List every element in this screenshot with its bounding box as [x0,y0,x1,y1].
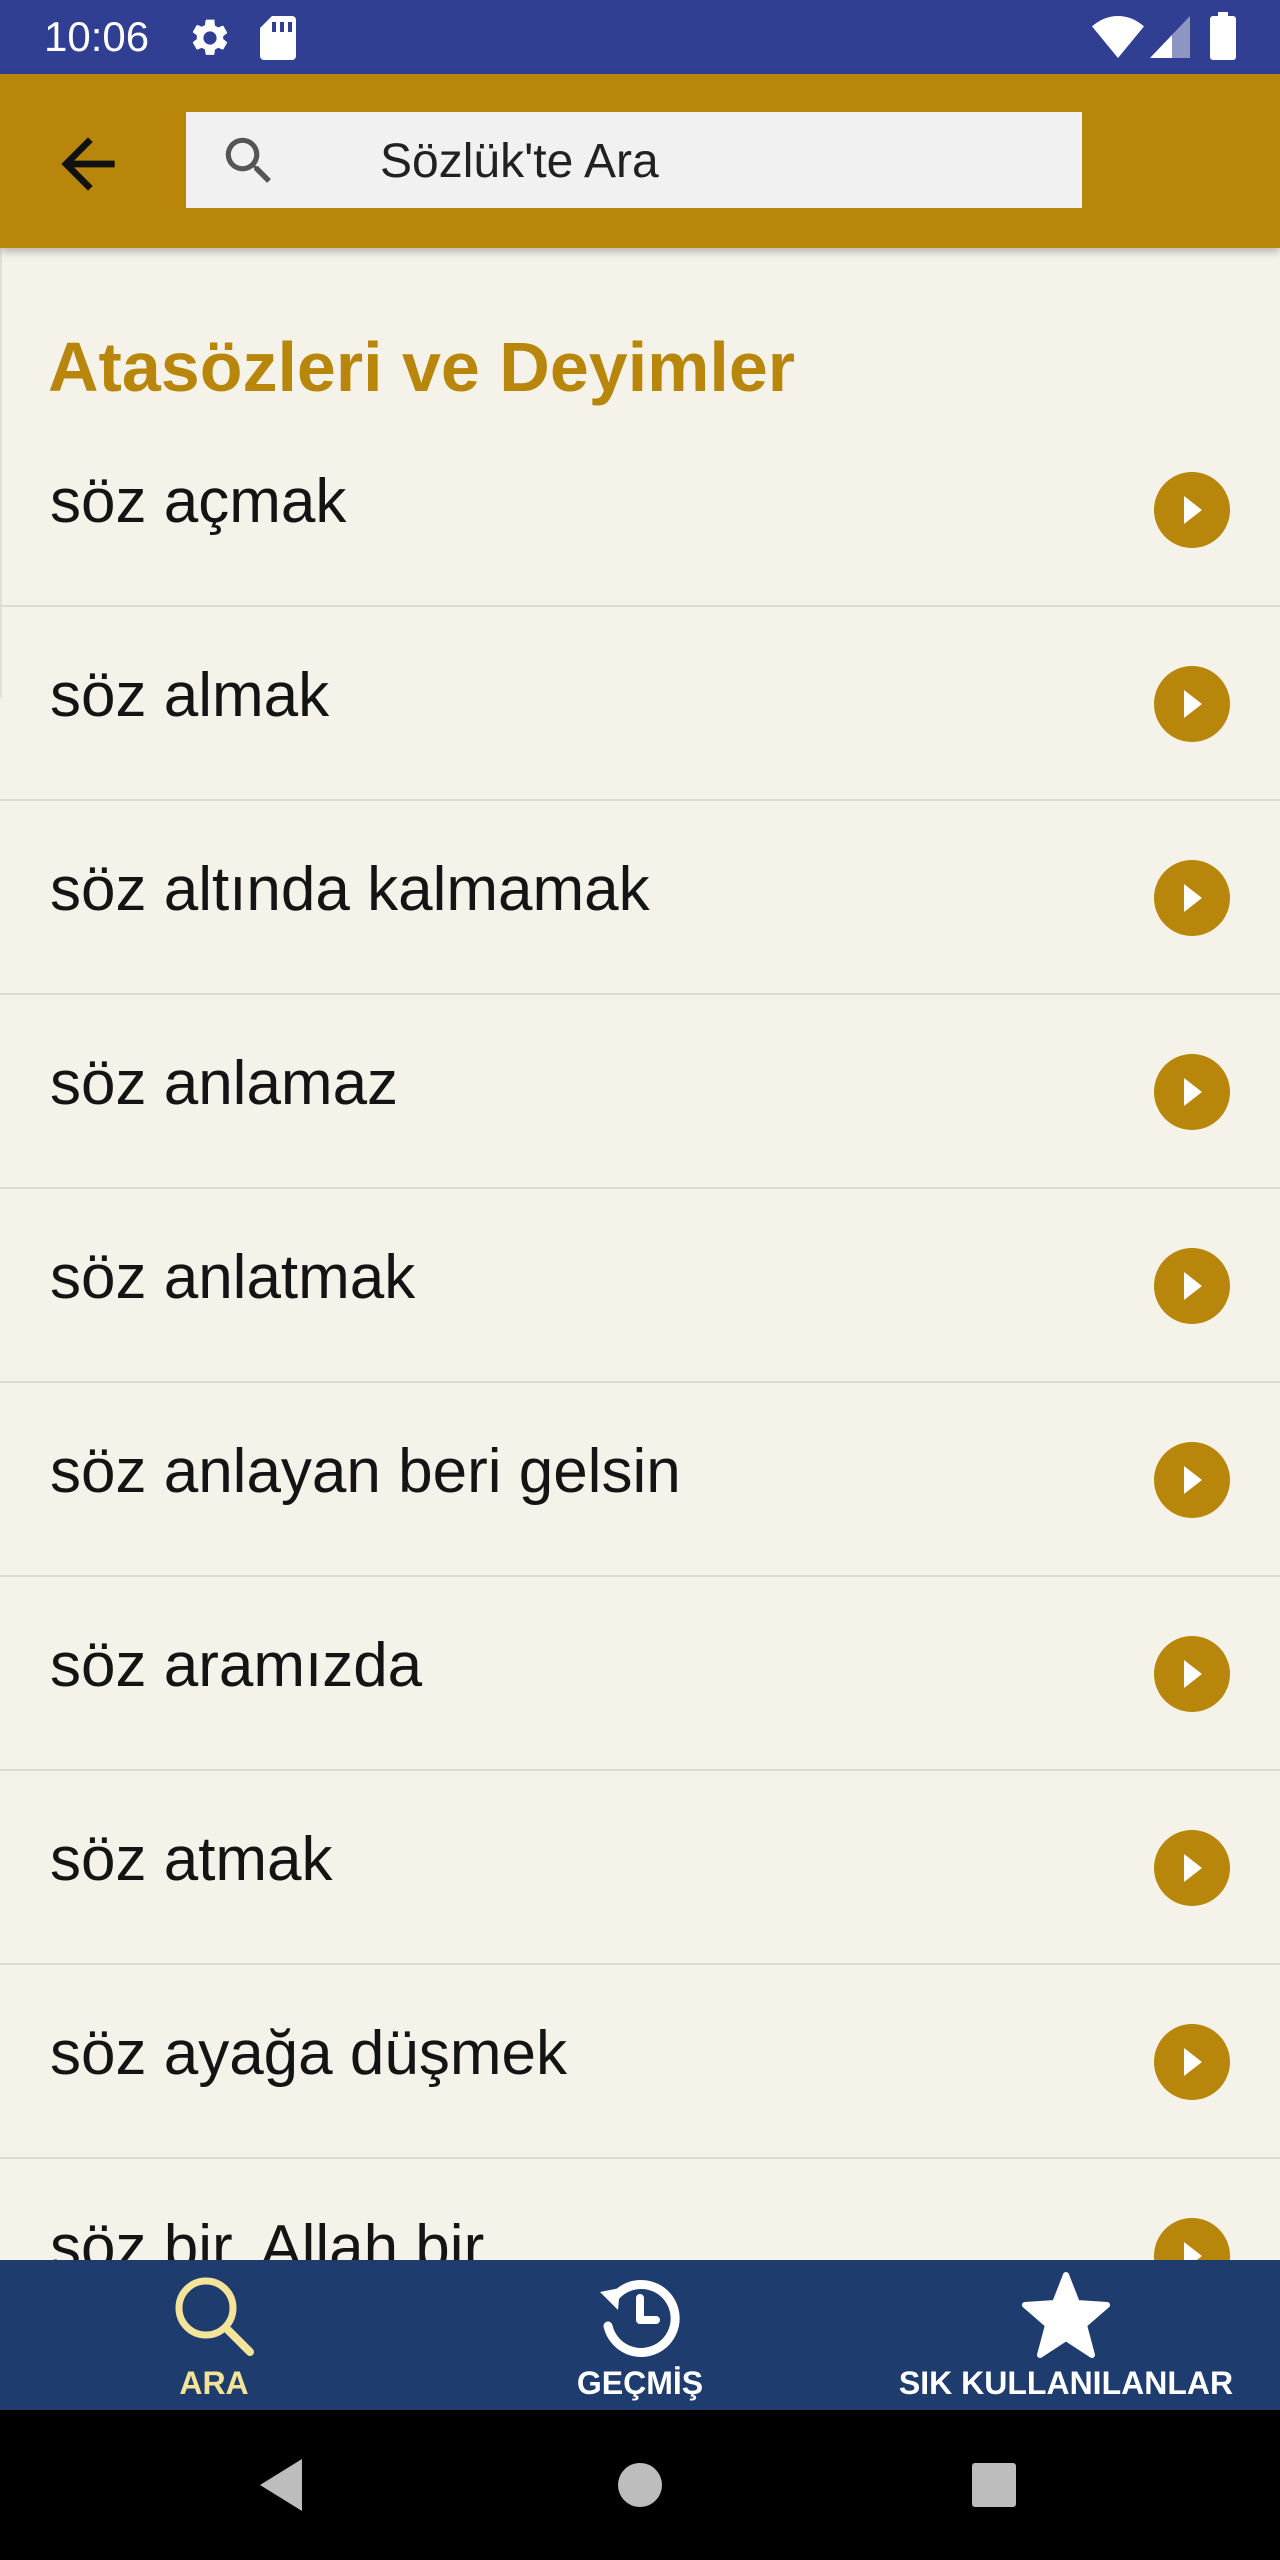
section-title: Atasözleri ve Deyimler [48,328,796,406]
history-icon [600,2280,680,2357]
nav-label-sik-kullanilanlar: SIK KULLANILANLAR [898,2365,1234,2401]
search-icon [175,2277,254,2356]
entry-label: söz ayağa düşmek [50,2019,567,2088]
entry-row[interactable]: söz almak [0,607,1280,801]
home-circle-icon[interactable] [600,2445,680,2525]
sd-card-icon [260,16,296,60]
nav-item-ara[interactable]: ARA [60,2260,368,2410]
entry-row[interactable]: söz altında kalmamak [0,801,1280,995]
back-arrow-icon[interactable] [48,124,128,204]
entry-label: söz açmak [50,467,347,536]
entry-row[interactable]: söz açmak [0,413,1280,607]
play-circle-icon[interactable] [1154,2024,1230,2100]
signal-icon [1150,16,1190,58]
status-time: 10:06 [44,13,150,60]
entry-list: söz açmak söz almak söz altında kalmamak sö… [0,413,1280,2260]
entry-row[interactable]: söz aramızda [0,1577,1280,1771]
back-triangle-icon[interactable] [242,2445,322,2525]
entry-label: söz atmak [50,1825,333,1894]
entry-label: söz aramızda [50,1631,423,1700]
nav-label-gecmis: GEÇMİŞ [576,2365,704,2401]
entry-row[interactable]: söz anlatmak [0,1189,1280,1383]
entry-label: söz almak [50,661,330,730]
nav-label-ara: ARA [179,2365,249,2401]
star-icon [1022,2272,1110,2358]
gear-icon [192,19,228,55]
play-circle-icon[interactable] [1154,472,1230,548]
entry-label: söz altında kalmamak [50,855,650,924]
wifi-icon [1092,16,1144,58]
entry-row[interactable]: söz atmak [0,1771,1280,1965]
play-circle-icon[interactable] [1154,860,1230,936]
entry-row[interactable]: söz bir, Allah bir [0,2159,1280,2260]
entry-label: söz anlamaz [50,1049,399,1118]
system-navigation-bar [0,2410,1280,2560]
play-circle-icon[interactable] [1154,666,1230,742]
entry-row[interactable]: söz anlamaz [0,995,1280,1189]
status-bar: 10:06 [0,0,1280,74]
search-icon [225,137,271,183]
play-circle-icon[interactable] [1154,1248,1230,1324]
entry-label: söz anlayan beri gelsin [50,1437,681,1506]
nav-item-gecmis[interactable]: GEÇMİŞ [486,2260,794,2410]
play-circle-icon[interactable] [1154,1830,1230,1906]
recents-square-icon[interactable] [954,2445,1034,2525]
nav-item-sik-kullanilanlar[interactable]: SIK KULLANILANLAR [880,2260,1252,2410]
entry-row[interactable]: söz ayağa düşmek [0,1965,1280,2159]
search-box[interactable]: Sözlük'te Ara [186,112,1082,208]
content-area: Atasözleri ve Deyimler söz açmak söz alma… [0,248,1280,2260]
play-circle-icon[interactable] [1154,2218,1230,2260]
search-input[interactable]: Sözlük'te Ara [380,134,659,190]
entry-row[interactable]: söz anlayan beri gelsin [0,1383,1280,1577]
play-circle-icon[interactable] [1154,1442,1230,1518]
bottom-navigation: ARA GEÇMİŞ SIK KULLANILANLAR [0,2260,1280,2410]
entry-label: söz anlatmak [50,1243,416,1312]
play-circle-icon[interactable] [1154,1054,1230,1130]
battery-icon [1210,12,1236,60]
entry-label: söz bir, Allah bir [50,2213,485,2260]
app-bar: Sözlük'te Ara [0,74,1280,248]
play-circle-icon[interactable] [1154,1636,1230,1712]
